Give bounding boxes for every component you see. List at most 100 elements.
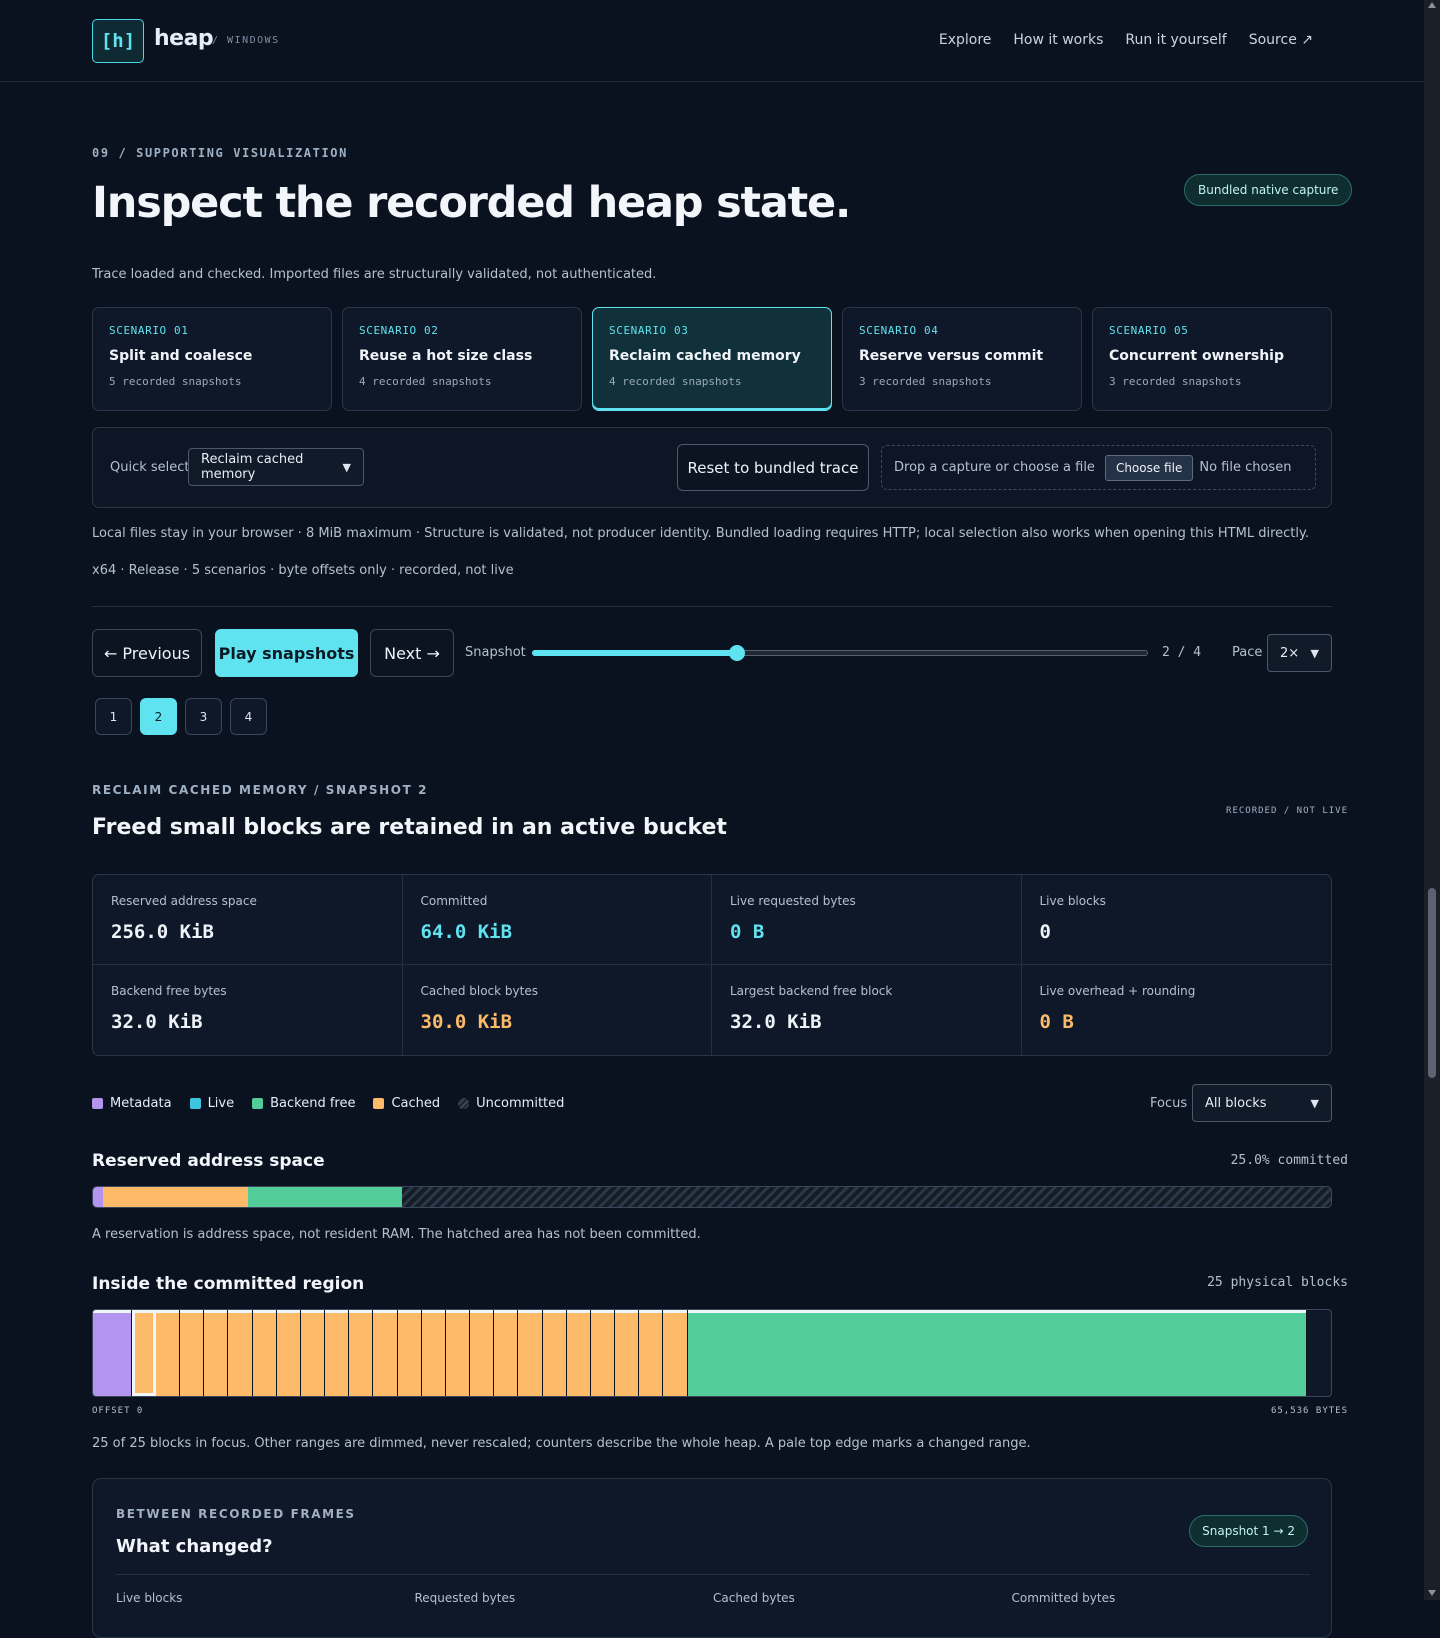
snapshot-counter: 2 / 4 <box>1162 645 1202 660</box>
scroll-up-arrow-icon[interactable] <box>1428 2 1436 8</box>
scenario-card-03-selected[interactable]: SCENARIO 03 Reclaim cached memory 4 reco… <box>592 307 832 411</box>
logo-icon[interactable]: [h] <box>92 19 144 63</box>
physical-block-cached[interactable] <box>252 1310 277 1396</box>
quick-select-value: Reclaim cached memory <box>201 452 304 482</box>
scenario-card-02[interactable]: SCENARIO 02 Reuse a hot size class 4 rec… <box>342 307 582 411</box>
physical-block-cached[interactable] <box>590 1310 616 1396</box>
physical-block-cached[interactable] <box>566 1310 591 1396</box>
previous-snapshot-button[interactable]: ← Previous <box>92 629 202 677</box>
physical-block-cached[interactable] <box>518 1310 543 1396</box>
reset-trace-button[interactable]: Reset to bundled trace <box>677 444 869 491</box>
physical-block-cached[interactable] <box>373 1310 398 1396</box>
scenario-card-01[interactable]: SCENARIO 01 Split and coalesce 5 recorde… <box>92 307 332 411</box>
physical-block-cached[interactable] <box>276 1310 301 1396</box>
file-status-text: No file chosen <box>1199 460 1292 475</box>
snapshot-chip-4[interactable]: 4 <box>230 698 267 735</box>
legend-label: Live <box>207 1096 235 1111</box>
physical-block-cached[interactable] <box>663 1310 688 1396</box>
physical-block-cached[interactable] <box>228 1310 253 1396</box>
focus-label: Focus <box>1150 1096 1188 1111</box>
file-drop-zone[interactable]: Drop a capture or choose a file Choose f… <box>881 445 1316 490</box>
physical-block-cached[interactable] <box>204 1310 229 1396</box>
pace-dropdown[interactable]: 2× ▼ <box>1267 634 1332 672</box>
metric-label: Cached block bytes <box>420 984 538 998</box>
reserved-space-bar[interactable] <box>92 1186 1332 1208</box>
physical-block-cached[interactable] <box>421 1310 446 1396</box>
metadata-swatch-icon <box>92 1098 103 1109</box>
metric-value: 32.0 KiB <box>111 1011 203 1033</box>
scroll-down-arrow-icon[interactable] <box>1428 1590 1436 1596</box>
physical-block-metadata[interactable] <box>93 1310 132 1396</box>
physical-block-cached[interactable] <box>131 1310 156 1396</box>
snapshot-chip-1[interactable]: 1 <box>95 698 132 735</box>
snapshot-transition-badge: Snapshot 1 → 2 <box>1189 1515 1308 1547</box>
nav-link-run-it-yourself[interactable]: Run it yourself <box>1125 32 1226 48</box>
scenario-name: Reuse a hot size class <box>359 348 533 364</box>
reserved-space-heading: Reserved address space <box>92 1151 325 1171</box>
reservation-note: A reservation is address space, not resi… <box>92 1227 701 1242</box>
drop-zone-text: Drop a capture or choose a file <box>894 460 1095 475</box>
page-scrollbar[interactable] <box>1424 0 1440 1600</box>
pace-value: 2× <box>1280 645 1300 661</box>
physical-block-cached[interactable] <box>445 1310 471 1396</box>
delta-column-label: Requested bytes <box>414 1591 516 1605</box>
snapshot-slider-handle[interactable] <box>729 645 746 661</box>
scenario-name: Reserve versus commit <box>859 348 1044 364</box>
main-nav: Explore How it works Run it yourself Sou… <box>939 32 1313 48</box>
nav-link-explore[interactable]: Explore <box>939 32 992 48</box>
legend-cached: Cached <box>373 1096 440 1111</box>
metric-label: Live requested bytes <box>730 894 856 908</box>
focus-value: All blocks <box>1205 1095 1267 1111</box>
physical-block-cached[interactable] <box>300 1310 326 1396</box>
scenario-name: Concurrent ownership <box>1109 348 1284 364</box>
reserved-segment-cached <box>102 1187 248 1207</box>
legend-label: Uncommitted <box>476 1096 565 1111</box>
focus-dropdown[interactable]: All blocks ▼ <box>1192 1084 1332 1122</box>
uncommitted-swatch-icon <box>458 1098 470 1109</box>
local-files-note: Local files stay in your browser · 8 MiB… <box>92 526 1309 541</box>
nav-link-how-it-works[interactable]: How it works <box>1013 32 1103 48</box>
section-divider <box>92 606 1332 607</box>
physical-block-cached[interactable] <box>349 1310 374 1396</box>
scrollbar-thumb[interactable] <box>1428 888 1436 1078</box>
snapshot-chip-2-selected[interactable]: 2 <box>140 698 177 735</box>
next-snapshot-button[interactable]: Next → <box>370 629 454 677</box>
scenario-tag: SCENARIO 04 <box>859 324 939 337</box>
physical-block-cached[interactable] <box>397 1310 422 1396</box>
physical-block-cached[interactable] <box>639 1310 664 1396</box>
metric-live-requested: Live requested bytes 0 B <box>712 875 1022 965</box>
legend-label: Cached <box>391 1096 441 1111</box>
metric-value: 256.0 KiB <box>111 921 214 943</box>
physical-block-cached[interactable] <box>542 1310 567 1396</box>
scenario-tag: SCENARIO 03 <box>609 324 689 337</box>
play-snapshots-button[interactable]: Play snapshots <box>215 629 358 677</box>
physical-block-cached[interactable] <box>155 1310 181 1396</box>
snapshot-chip-3[interactable]: 3 <box>185 698 222 735</box>
reserved-segment-backend-free <box>247 1187 403 1207</box>
trace-controls-panel: Quick select Reclaim cached memory ▼ Res… <box>92 427 1332 508</box>
scenario-card-04[interactable]: SCENARIO 04 Reserve versus commit 3 reco… <box>842 307 1082 411</box>
physical-block-count: 25 physical blocks <box>1207 1275 1348 1290</box>
delta-column-label: Live blocks <box>116 1591 183 1605</box>
quick-select-dropdown[interactable]: Reclaim cached memory ▼ <box>188 448 364 486</box>
physical-block-cached[interactable] <box>494 1310 519 1396</box>
nav-link-source[interactable]: Source ↗ <box>1249 32 1313 48</box>
metric-reserved: Reserved address space 256.0 KiB <box>93 875 403 965</box>
physical-block-cached[interactable] <box>470 1310 495 1396</box>
committed-percent-text: 25.0% committed <box>1230 1153 1348 1168</box>
physical-block-cached[interactable] <box>615 1310 640 1396</box>
choose-file-button[interactable]: Choose file <box>1104 454 1194 481</box>
physical-block-backend-free[interactable] <box>687 1310 1307 1396</box>
scenario-snapshot-count: 3 recorded snapshots <box>859 375 992 388</box>
snapshot-eyebrow: RECLAIM CACHED MEMORY / SNAPSHOT 2 <box>92 783 429 797</box>
scenario-name: Reclaim cached memory <box>609 348 801 364</box>
committed-region-block-map[interactable] <box>92 1309 1332 1397</box>
scenario-card-05[interactable]: SCENARIO 05 Concurrent ownership 3 recor… <box>1092 307 1332 411</box>
physical-block-cached[interactable] <box>325 1310 350 1396</box>
brand-subtitle: / WINDOWS <box>212 35 280 46</box>
brand-name[interactable]: heap <box>154 26 214 51</box>
capture-source-badge: Bundled native capture <box>1184 174 1353 206</box>
physical-block-cached[interactable] <box>180 1310 205 1396</box>
offset-start-label: OFFSET 0 <box>92 1406 144 1416</box>
delta-columns: Live blocks Requested bytes Cached bytes… <box>116 1591 1310 1605</box>
